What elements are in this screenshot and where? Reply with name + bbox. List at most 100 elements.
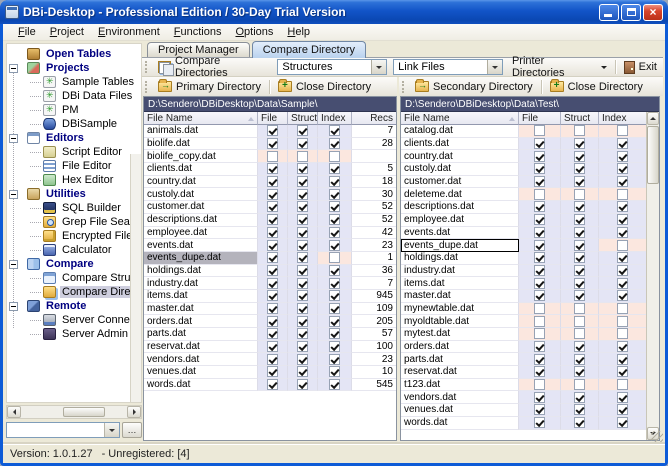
struct-checkbox[interactable] <box>297 138 308 149</box>
struct-check-cell[interactable] <box>561 379 599 392</box>
index-check-cell[interactable] <box>599 163 646 176</box>
struct-check-cell[interactable] <box>288 188 318 201</box>
struct-check-cell[interactable] <box>561 201 599 214</box>
file-check-cell[interactable] <box>519 404 561 417</box>
file-row-venues-dat[interactable]: venues.dat10 <box>144 366 396 379</box>
index-check-cell[interactable] <box>599 328 646 341</box>
struct-check-cell[interactable] <box>288 239 318 252</box>
index-check-cell[interactable] <box>318 150 352 163</box>
file-name-cell[interactable]: animals.dat <box>144 125 258 138</box>
index-check-cell[interactable] <box>599 227 646 240</box>
file-checkbox[interactable] <box>267 189 278 200</box>
struct-check-cell[interactable] <box>288 125 318 138</box>
file-check-cell[interactable] <box>258 201 288 214</box>
struct-check-cell[interactable] <box>288 315 318 328</box>
file-checkbox[interactable] <box>534 189 545 200</box>
link-files-combobox[interactable]: Link Files <box>393 59 503 75</box>
file-check-cell[interactable] <box>258 176 288 189</box>
struct-check-cell[interactable] <box>561 404 599 417</box>
minimize-button[interactable] <box>599 4 619 21</box>
file-check-cell[interactable] <box>519 277 561 290</box>
file-name-cell[interactable]: vendors.dat <box>144 353 258 366</box>
sidebar-combobox[interactable] <box>6 422 120 438</box>
index-check-cell[interactable] <box>318 366 352 379</box>
index-checkbox[interactable] <box>617 328 628 339</box>
secondary-directory-button[interactable]: Secondary Directory <box>409 80 539 94</box>
struct-check-cell[interactable] <box>561 353 599 366</box>
index-checkbox[interactable] <box>617 417 628 428</box>
file-checkbox[interactable] <box>534 379 545 390</box>
file-row-custoly-dat[interactable]: custoly.dat <box>401 163 646 176</box>
struct-check-cell[interactable] <box>288 366 318 379</box>
file-name-cell[interactable]: vendors.dat <box>401 391 519 404</box>
struct-check-cell[interactable] <box>288 353 318 366</box>
file-check-cell[interactable] <box>519 341 561 354</box>
index-checkbox[interactable] <box>617 163 628 174</box>
file-check-cell[interactable] <box>258 125 288 138</box>
struct-checkbox[interactable] <box>574 290 585 301</box>
file-checkbox[interactable] <box>534 392 545 403</box>
index-check-cell[interactable] <box>599 176 646 189</box>
file-check-cell[interactable] <box>519 315 561 328</box>
sidebar-item-sample-tables[interactable]: Sample Tables <box>7 75 141 89</box>
index-checkbox[interactable] <box>329 240 340 251</box>
file-row-events-dupe-dat[interactable]: events_dupe.dat1 <box>144 252 396 265</box>
right-table-vertical-scrollbar[interactable] <box>646 112 659 440</box>
index-checkbox[interactable] <box>329 278 340 289</box>
menu-file[interactable]: File <box>11 25 43 39</box>
index-check-cell[interactable] <box>599 265 646 278</box>
index-checkbox[interactable] <box>329 227 340 238</box>
index-checkbox[interactable] <box>617 265 628 276</box>
struct-check-cell[interactable] <box>561 315 599 328</box>
file-name-cell[interactable]: catalog.dat <box>401 125 519 138</box>
file-name-cell[interactable]: biolife_copy.dat <box>144 150 258 163</box>
file-row-vendors-dat[interactable]: vendors.dat23 <box>144 353 396 366</box>
index-check-cell[interactable] <box>318 252 352 265</box>
file-row-deleteme-dat[interactable]: deleteme.dat <box>401 188 646 201</box>
file-row-items-dat[interactable]: items.dat945 <box>144 290 396 303</box>
file-checkbox[interactable] <box>534 303 545 314</box>
index-checkbox[interactable] <box>329 201 340 212</box>
struct-check-cell[interactable] <box>561 214 599 227</box>
file-checkbox[interactable] <box>534 214 545 225</box>
file-check-cell[interactable] <box>258 328 288 341</box>
struct-check-cell[interactable] <box>561 252 599 265</box>
column-header-file[interactable]: File <box>258 112 288 125</box>
collapse-toggle-icon[interactable] <box>9 260 18 269</box>
file-name-cell[interactable]: custoly.dat <box>144 188 258 201</box>
file-check-cell[interactable] <box>519 125 561 138</box>
menu-environment[interactable]: Environment <box>91 25 167 39</box>
file-checkbox[interactable] <box>267 316 278 327</box>
file-check-cell[interactable] <box>519 252 561 265</box>
file-row-animals-dat[interactable]: animals.dat7 <box>144 125 396 138</box>
primary-directory-button[interactable]: Primary Directory <box>152 80 267 94</box>
index-checkbox[interactable] <box>329 265 340 276</box>
file-row-parts-dat[interactable]: parts.dat <box>401 353 646 366</box>
index-check-cell[interactable] <box>599 303 646 316</box>
file-name-cell[interactable]: items.dat <box>401 277 519 290</box>
file-check-cell[interactable] <box>519 227 561 240</box>
index-checkbox[interactable] <box>329 354 340 365</box>
index-checkbox[interactable] <box>617 341 628 352</box>
file-checkbox[interactable] <box>534 240 545 251</box>
file-checkbox[interactable] <box>534 278 545 289</box>
collapse-toggle-icon[interactable] <box>9 302 18 311</box>
file-name-cell[interactable]: words.dat <box>401 417 519 430</box>
column-header-file-name[interactable]: File Name <box>401 112 519 125</box>
file-name-cell[interactable]: customer.dat <box>401 176 519 189</box>
column-header-file[interactable]: File <box>519 112 561 125</box>
index-check-cell[interactable] <box>599 353 646 366</box>
index-check-cell[interactable] <box>599 252 646 265</box>
struct-check-cell[interactable] <box>561 176 599 189</box>
index-checkbox[interactable] <box>329 316 340 327</box>
file-row-vendors-dat[interactable]: vendors.dat <box>401 391 646 404</box>
struct-check-cell[interactable] <box>561 163 599 176</box>
file-check-cell[interactable] <box>258 227 288 240</box>
file-checkbox[interactable] <box>534 227 545 238</box>
file-name-cell[interactable]: venues.dat <box>401 404 519 417</box>
file-row-descriptions-dat[interactable]: descriptions.dat52 <box>144 214 396 227</box>
struct-checkbox[interactable] <box>297 176 308 187</box>
index-check-cell[interactable] <box>599 379 646 392</box>
file-row-industry-dat[interactable]: industry.dat <box>401 265 646 278</box>
file-check-cell[interactable] <box>519 391 561 404</box>
